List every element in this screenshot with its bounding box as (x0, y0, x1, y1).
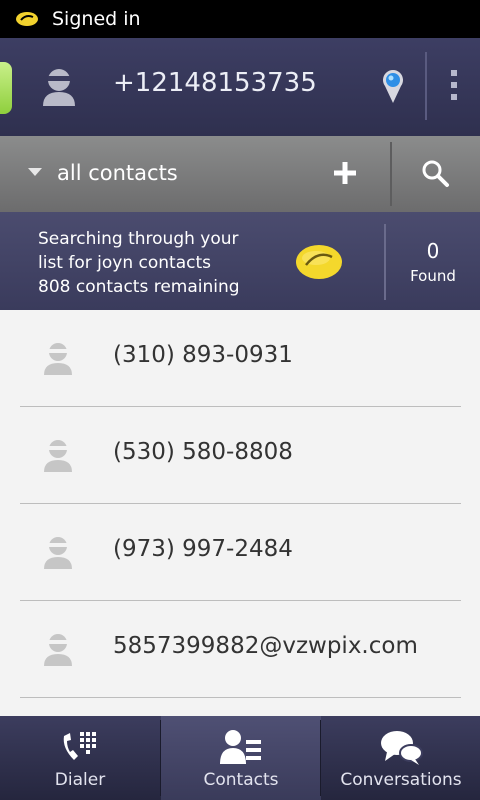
joyn-logo-icon (296, 245, 342, 279)
add-icon[interactable] (330, 158, 360, 188)
contacts-icon (220, 730, 261, 764)
contact-avatar-icon (44, 537, 72, 569)
filter-bar: all contacts (0, 136, 480, 212)
search-icon[interactable] (420, 158, 450, 188)
tab-dialer-label: Dialer (54, 770, 106, 790)
list-item[interactable]: (973) 997-2484 (0, 504, 480, 601)
contact-name: (973) 997-2484 (113, 536, 293, 562)
search-status-panel: Searching through your list for joyn con… (0, 212, 480, 310)
contact-filter-dropdown[interactable]: all contacts (57, 161, 178, 185)
chat-bubbles-icon (381, 731, 423, 765)
row-divider (20, 697, 461, 698)
status-line-2: list for joyn contacts (38, 253, 211, 273)
list-item[interactable]: (530) 580-8808 (0, 407, 480, 504)
list-item[interactable]: 5857399882@vzwpix.com (0, 601, 480, 698)
header-divider (425, 52, 427, 120)
contact-name: (530) 580-8808 (113, 439, 293, 465)
status-bar: Signed in (0, 0, 480, 38)
tab-conversations-label: Conversations (340, 770, 462, 790)
search-status-message: Searching through your list for joyn con… (38, 227, 240, 299)
status-line-3: 808 contacts remaining (38, 277, 240, 297)
status-text: Signed in (52, 8, 141, 30)
contact-name: (310) 893-0931 (113, 342, 293, 368)
found-label: Found (410, 267, 456, 285)
tab-contacts[interactable]: Contacts (161, 716, 321, 800)
bottom-nav: Dialer Contacts Conversations (0, 716, 480, 800)
tab-dialer[interactable]: Dialer (0, 716, 160, 800)
drawer-handle[interactable] (0, 62, 12, 114)
joyn-icon (16, 12, 38, 26)
phone-number: +12148153735 (113, 68, 317, 98)
filter-divider (390, 142, 392, 206)
list-item[interactable]: (310) 893-0931 (0, 310, 480, 407)
dropdown-caret-icon[interactable] (28, 168, 42, 176)
location-pin-icon[interactable] (380, 68, 406, 104)
tab-contacts-label: Contacts (203, 770, 279, 790)
tab-conversations[interactable]: Conversations (321, 716, 480, 800)
header: +12148153735 (0, 38, 480, 136)
status-line-1: Searching through your (38, 229, 239, 249)
overflow-menu-icon[interactable] (440, 62, 468, 108)
avatar-icon (43, 69, 75, 106)
dialpad-icon (63, 732, 96, 760)
contact-avatar-icon (44, 634, 72, 666)
found-count: 0 (426, 239, 440, 263)
contact-avatar-icon (44, 440, 72, 472)
contact-list[interactable]: (310) 893-0931 (530) 580-8808 (973) 997-… (0, 310, 480, 716)
contact-name: 5857399882@vzwpix.com (113, 633, 418, 659)
contact-avatar-icon (44, 343, 72, 375)
